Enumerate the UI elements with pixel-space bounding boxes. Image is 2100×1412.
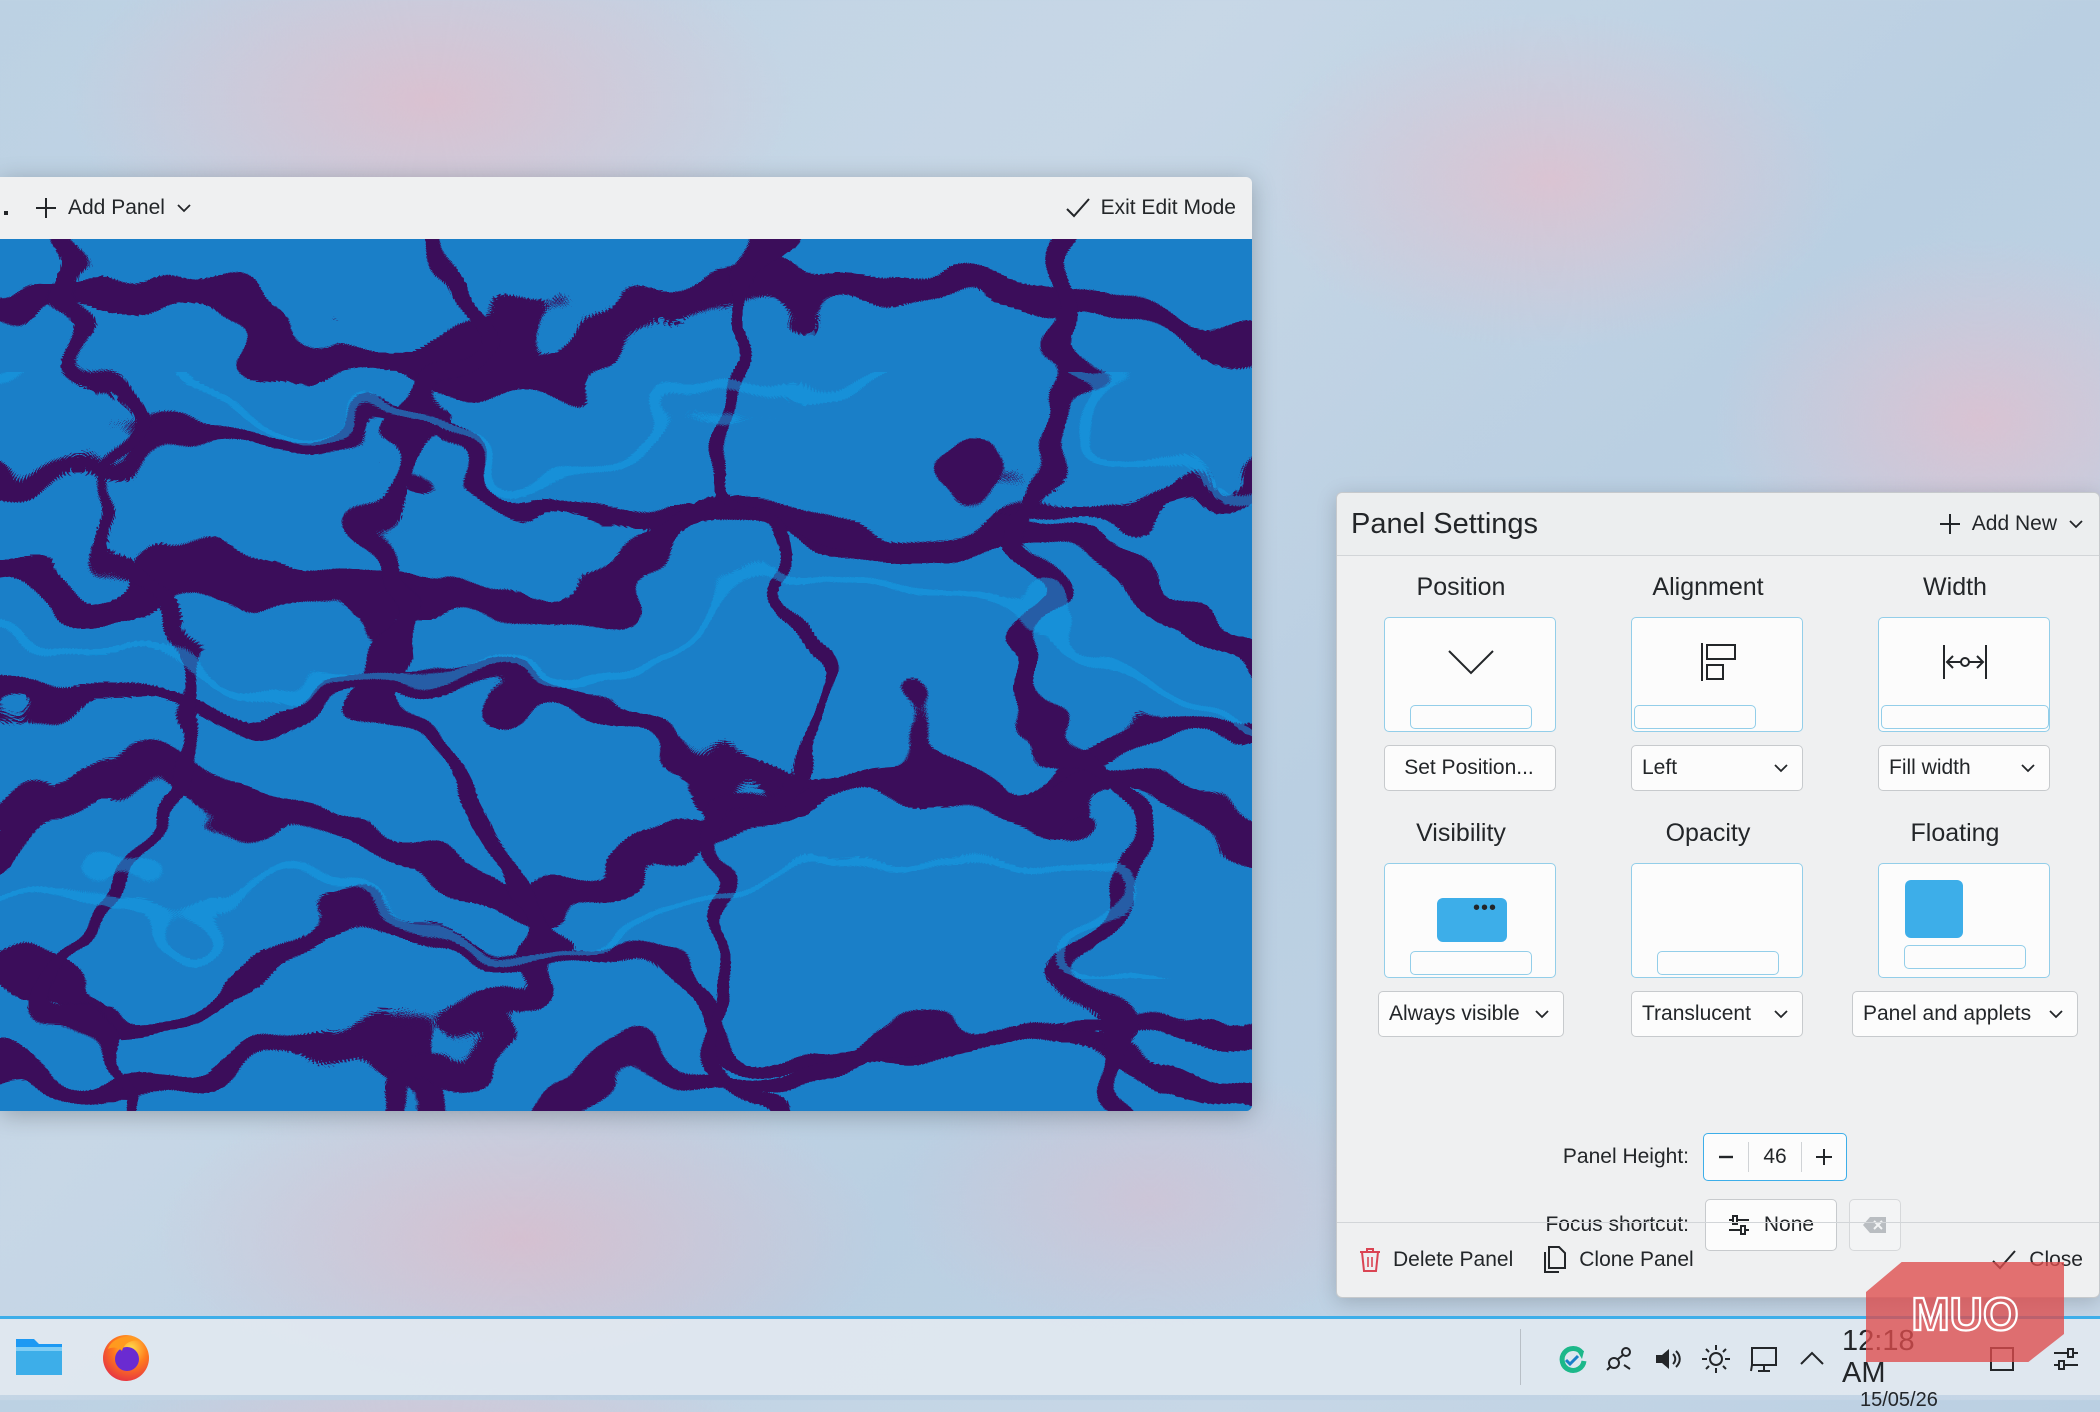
floating-select[interactable]: Panel and applets	[1852, 991, 2078, 1037]
delete-panel-button[interactable]: Delete Panel	[1359, 1247, 1513, 1273]
panel-preview-bar	[1881, 705, 2049, 729]
chevron-down-icon	[2069, 520, 2083, 529]
opacity-select[interactable]: Translucent	[1631, 991, 1803, 1037]
panel-configure-icon[interactable]	[2050, 1343, 2082, 1375]
position-title: Position	[1416, 573, 1506, 601]
plus-icon	[1939, 514, 1960, 534]
display-icon[interactable]	[1748, 1343, 1780, 1375]
update-notifier-icon[interactable]	[1556, 1343, 1588, 1375]
exit-edit-mode-label: Exit Edit Mode	[1100, 196, 1236, 219]
chevron-down-icon	[1448, 650, 1494, 675]
panel-settings-header: Panel Settings Add New	[1337, 493, 2099, 556]
position-preview	[1384, 617, 1556, 732]
set-position-label: Set Position...	[1404, 756, 1534, 779]
digital-clock[interactable]: 12:18 AM 15/05/26	[1842, 1325, 1962, 1412]
panel-preview-bar	[1904, 945, 2026, 969]
alignment-title: Alignment	[1652, 573, 1764, 601]
width-select[interactable]: Fill width	[1878, 745, 2050, 791]
opacity-preview	[1631, 863, 1803, 978]
chevron-down-icon	[1774, 1010, 1788, 1019]
visibility-preview: •••	[1384, 863, 1556, 978]
close-button[interactable]: Close	[1991, 1248, 2083, 1272]
delete-panel-label: Delete Panel	[1393, 1248, 1514, 1271]
visibility-value: Always visible	[1389, 1002, 1520, 1025]
panel-settings-title: Panel Settings	[1351, 507, 1539, 540]
panel-height-value[interactable]: 46	[1748, 1142, 1802, 1172]
opacity-value: Translucent	[1642, 1002, 1751, 1025]
minus-icon	[1719, 1155, 1733, 1159]
set-position-button[interactable]: Set Position...	[1384, 745, 1556, 791]
show-desktop-icon[interactable]	[1988, 1345, 2016, 1373]
brightness-icon[interactable]	[1700, 1343, 1732, 1375]
edit-mode-window: Add Panel Exit Edit Mode	[0, 177, 1252, 1111]
chevron-down-icon	[2049, 1010, 2063, 1019]
panel-height-spinbox[interactable]: 46	[1703, 1133, 1847, 1181]
panel-preview-bar	[1634, 705, 1756, 729]
clone-panel-button[interactable]: Clone Panel	[1543, 1246, 1694, 1274]
plus-icon	[1816, 1149, 1832, 1165]
width-title: Width	[1923, 573, 1987, 601]
expand-tray-icon[interactable]	[1796, 1343, 1828, 1375]
window-preview-icon: •••	[1437, 898, 1507, 942]
add-panel-label: Add Panel	[68, 196, 165, 219]
panel-preview-bar	[1410, 951, 1532, 975]
visibility-title: Visibility	[1416, 819, 1506, 847]
network-icon[interactable]	[1604, 1343, 1636, 1375]
panel-height-label: Panel Height:	[1562, 1145, 1689, 1168]
file-manager-icon[interactable]	[14, 1333, 64, 1379]
add-panel-button[interactable]: Add Panel	[34, 196, 193, 220]
fill-width-icon	[1943, 645, 1987, 679]
toolbar-overflow-dot	[4, 211, 8, 215]
width-value: Fill width	[1889, 756, 1971, 779]
plus-icon	[36, 198, 56, 218]
floating-applet-icon	[1905, 880, 1963, 938]
panel-settings-dialog: Panel Settings Add New Position Alignmen…	[1336, 492, 2100, 1298]
floating-value: Panel and applets	[1863, 1002, 2032, 1025]
opacity-title: Opacity	[1665, 819, 1751, 847]
panel-settings-footer: Delete Panel Clone Panel Close	[1337, 1222, 2099, 1297]
edit-mode-toolbar: Add Panel Exit Edit Mode	[0, 177, 1252, 239]
chevron-down-icon	[2021, 764, 2035, 773]
alignment-value: Left	[1642, 756, 1678, 779]
copy-icon	[1544, 1246, 1567, 1273]
chevron-down-icon	[1774, 764, 1788, 773]
panel-preview-bar	[1410, 705, 1532, 729]
visibility-select[interactable]: Always visible	[1378, 991, 1564, 1037]
firefox-icon[interactable]	[100, 1331, 152, 1383]
taskbar-panel: 12:18 AM 15/05/26	[0, 1316, 2100, 1411]
chevron-down-icon	[1535, 1010, 1549, 1019]
add-new-label: Add New	[1971, 512, 2057, 535]
trash-icon	[1360, 1248, 1380, 1272]
panel-preview-bar	[1657, 951, 1779, 975]
desktop-wallpaper-preview	[0, 239, 1252, 1111]
checkmark-icon	[1065, 198, 1090, 218]
floating-preview	[1878, 863, 2050, 978]
clock-time: 12:18 AM	[1842, 1325, 1915, 1389]
align-left-icon	[1701, 643, 1736, 681]
clock-date: 15/05/26	[1860, 1389, 1938, 1411]
exit-edit-mode-button[interactable]: Exit Edit Mode	[1065, 196, 1252, 220]
add-new-button[interactable]: Add New	[1938, 512, 2085, 536]
alignment-select[interactable]: Left	[1631, 745, 1803, 791]
tray-separator	[1520, 1329, 1521, 1385]
volume-icon[interactable]	[1652, 1343, 1684, 1375]
increase-height-button[interactable]	[1802, 1134, 1846, 1180]
width-preview	[1878, 617, 2050, 732]
close-label: Close	[2029, 1248, 2083, 1271]
chevron-down-icon	[177, 204, 191, 213]
floating-title: Floating	[1910, 819, 2000, 847]
clone-panel-label: Clone Panel	[1579, 1248, 1694, 1271]
alignment-preview	[1631, 617, 1803, 732]
decrease-height-button[interactable]	[1704, 1134, 1748, 1180]
checkmark-icon	[1992, 1250, 2017, 1270]
